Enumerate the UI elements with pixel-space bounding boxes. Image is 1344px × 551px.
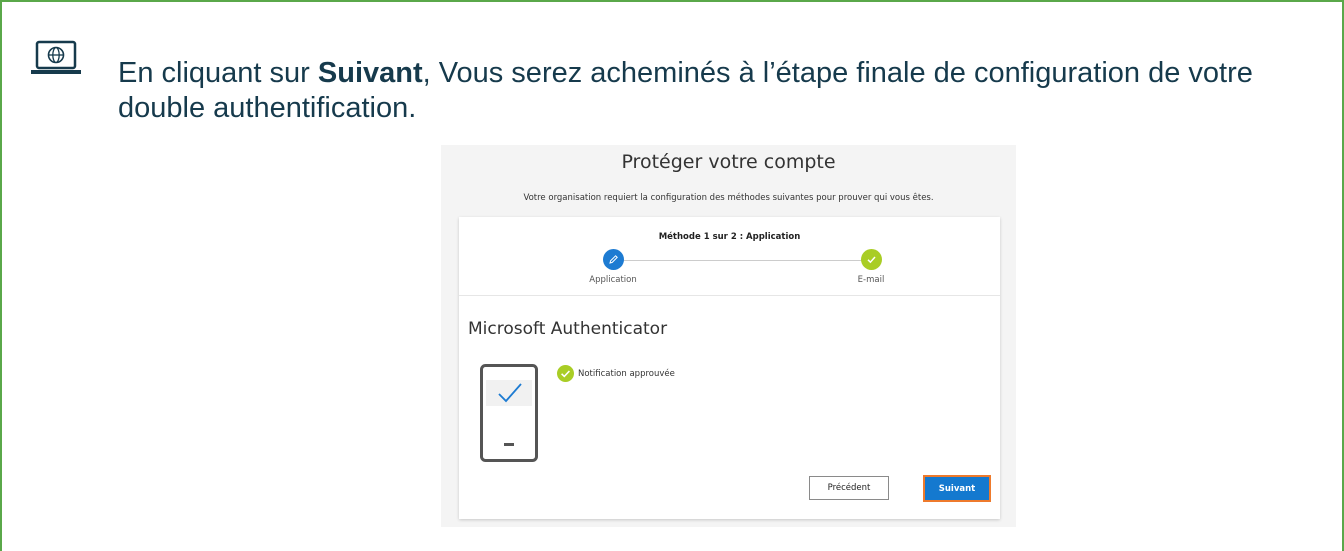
instruction-text: En cliquant sur Suivant, Vous serez ache…: [118, 57, 1253, 124]
page-title: Protéger votre compte: [621, 151, 836, 173]
authenticator-title: Microsoft Authenticator: [468, 319, 668, 339]
embedded-screenshot: Protéger votre compte Votre organisation…: [441, 145, 1016, 527]
step-email-indicator: [861, 249, 882, 270]
next-button[interactable]: Suivant: [923, 475, 991, 502]
previous-button[interactable]: Précédent: [809, 476, 889, 500]
phone-check-icon: [480, 364, 538, 462]
notification-status: Notification approuvée: [557, 365, 675, 382]
notification-text: Notification approuvée: [578, 368, 675, 379]
step-application-indicator: [603, 249, 624, 270]
step-application-label: Application: [589, 275, 637, 285]
method-step-label: Méthode 1 sur 2 : Application: [658, 232, 801, 242]
checkmark-icon: [867, 256, 876, 264]
progress-header: Méthode 1 sur 2 : Application Applicatio…: [459, 217, 1000, 296]
page-subtitle: Votre organisation requiert la configura…: [523, 193, 934, 203]
pencil-icon: [609, 255, 618, 264]
success-check-icon: [557, 365, 574, 382]
step-email-label: E-mail: [857, 275, 885, 285]
progress-track: [613, 260, 871, 261]
setup-card: Méthode 1 sur 2 : Application Applicatio…: [459, 217, 1000, 519]
laptop-globe-icon: [31, 40, 81, 74]
